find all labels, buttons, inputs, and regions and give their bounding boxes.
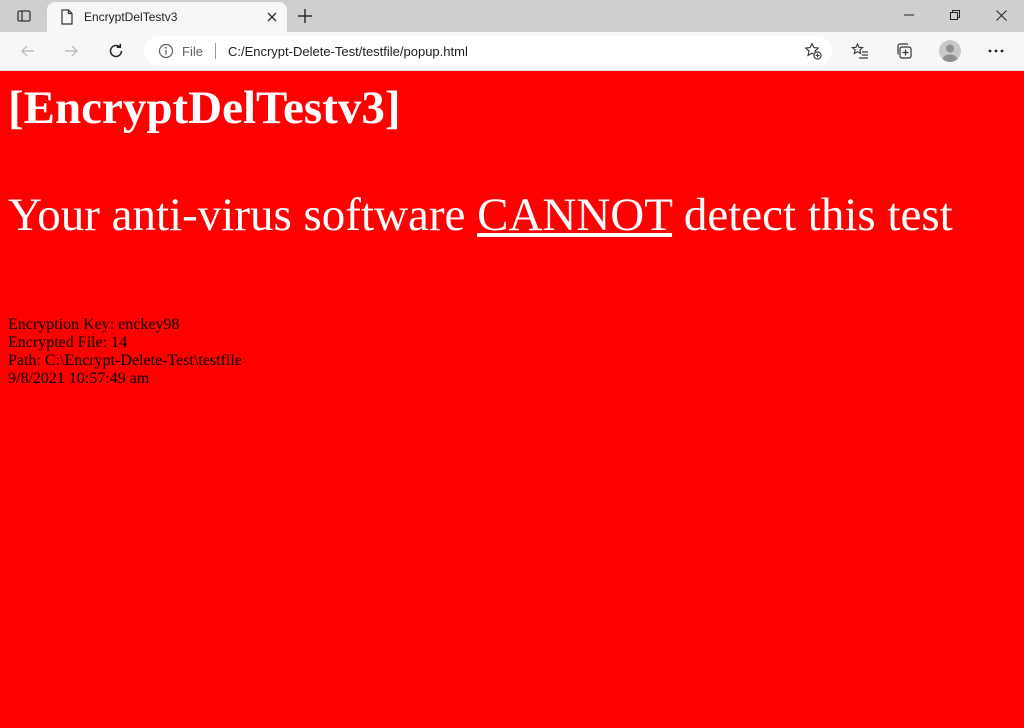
page-icon (59, 9, 75, 25)
close-window-button[interactable] (978, 0, 1024, 30)
restore-icon (950, 10, 960, 20)
favorites-button[interactable] (845, 36, 875, 66)
profile-button[interactable] (935, 36, 965, 66)
add-favorite-button[interactable] (800, 38, 826, 64)
page-content: [EncryptDelTestv3] Your anti-virus softw… (0, 71, 1024, 728)
back-button[interactable] (13, 36, 43, 66)
collections-button[interactable] (889, 36, 919, 66)
site-info-button[interactable] (158, 43, 174, 59)
address-url[interactable]: C:/Encrypt-Delete-Test/testfile/popup.ht… (228, 44, 800, 59)
address-scheme-label: File (182, 43, 203, 59)
new-tab-button[interactable] (292, 4, 318, 28)
warning-suffix: detect this test (672, 189, 953, 241)
encryption-key-line: Encryption Key: enckey98 (8, 316, 180, 333)
more-icon (988, 49, 1004, 53)
close-icon (995, 9, 1007, 21)
tab-title: EncryptDelTestv3 (84, 10, 178, 24)
minimize-button[interactable] (886, 0, 932, 30)
page-title: [EncryptDelTestv3] (8, 82, 401, 134)
refresh-icon (109, 43, 123, 58)
tab-actions-button[interactable] (6, 3, 42, 29)
forward-button[interactable] (56, 36, 86, 66)
encryption-details: Encryption Key: enckey98 Encrypted File:… (8, 316, 242, 388)
timestamp-line: 9/8/2021 10:57:49 am (8, 370, 150, 387)
info-icon (158, 43, 174, 59)
warning-emphasis: CANNOT (477, 189, 673, 241)
warning-message: Your anti-virus software CANNOT detect t… (8, 187, 953, 243)
close-icon (267, 12, 277, 22)
tab-bar: EncryptDelTestv3 (0, 0, 1024, 32)
path-line: Path: C:\Encrypt-Delete-Test\testfile (8, 352, 242, 369)
tab-actions-icon (17, 10, 31, 22)
tab-close-button[interactable] (261, 6, 283, 28)
star-plus-icon (804, 42, 822, 60)
minimize-icon (904, 14, 914, 16)
refresh-button[interactable] (101, 36, 131, 66)
arrow-right-icon (65, 45, 78, 57)
restore-button[interactable] (932, 0, 978, 30)
address-divider (214, 43, 216, 59)
more-button[interactable] (981, 36, 1011, 66)
address-bar[interactable]: File C:/Encrypt-Delete-Test/testfile/pop… (144, 36, 832, 66)
browser-window: EncryptDelTestv3 File C:/Encrypt-Delete-… (0, 0, 1024, 728)
collections-icon (897, 43, 912, 59)
arrow-left-icon (21, 45, 34, 57)
encrypted-file-line: Encrypted File: 14 (8, 334, 128, 351)
profile-icon (939, 40, 961, 62)
favorites-icon (851, 42, 868, 59)
tab-active[interactable]: EncryptDelTestv3 (47, 2, 287, 32)
warning-prefix: Your anti-virus software (8, 189, 478, 241)
browser-toolbar: File C:/Encrypt-Delete-Test/testfile/pop… (0, 32, 1024, 71)
plus-icon (298, 9, 312, 23)
